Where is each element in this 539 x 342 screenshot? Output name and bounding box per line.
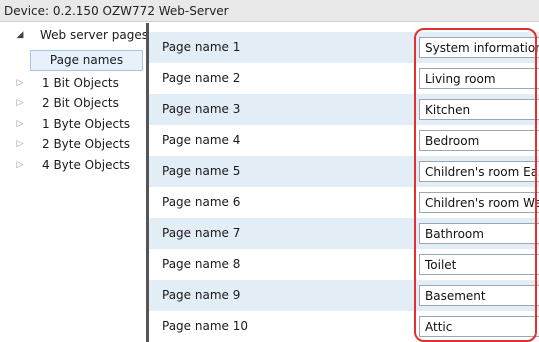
form-row: Page name 10	[149, 311, 539, 342]
tree-item-label: 2 Byte Objects	[42, 137, 131, 151]
tree-item-2-bit-objects[interactable]: ▷ 2 Bit Objects	[0, 93, 146, 113]
form-row: Page name 8	[149, 249, 539, 280]
collapsed-triangle-icon[interactable]: ▷	[15, 134, 25, 154]
sidebar-tree: ◢ Web server pages Page names ▷ 1 Bit Ob…	[0, 23, 148, 342]
form-row: Page name 1	[149, 32, 539, 63]
expanded-triangle-icon[interactable]: ◢	[15, 25, 25, 45]
page-name-label: Page name 7	[162, 226, 241, 240]
form-row: Page name 5	[149, 156, 539, 187]
form-row: Page name 9	[149, 280, 539, 311]
page-name-input[interactable]	[419, 192, 539, 213]
page-name-input[interactable]	[419, 99, 539, 120]
page-name-input[interactable]	[419, 223, 539, 244]
tree-item-label: Web server pages	[40, 28, 148, 42]
collapsed-triangle-icon[interactable]: ▷	[15, 114, 25, 134]
tree-item-1-byte-objects[interactable]: ▷ 1 Byte Objects	[0, 114, 146, 134]
page-name-input[interactable]	[419, 130, 539, 151]
form-row: Page name 7	[149, 218, 539, 249]
page-names-button[interactable]: Page names	[30, 50, 143, 71]
window-title: Device: 0.2.150 OZW772 Web-Server	[0, 0, 539, 22]
page-name-input[interactable]	[419, 161, 539, 182]
collapsed-triangle-icon[interactable]: ▷	[15, 155, 25, 175]
tree-item-label: 4 Byte Objects	[42, 158, 131, 172]
page-name-label: Page name 3	[162, 102, 241, 116]
page-names-form: Page name 1 Page name 2 Page name 3 Page…	[149, 23, 539, 342]
page-name-label: Page name 8	[162, 257, 241, 271]
page-name-label: Page name 6	[162, 195, 241, 209]
collapsed-triangle-icon[interactable]: ▷	[15, 93, 25, 113]
tree-item-label: 2 Bit Objects	[42, 96, 119, 110]
page-name-label: Page name 1	[162, 40, 241, 54]
page-name-input[interactable]	[419, 316, 539, 337]
tree-item-label: 1 Byte Objects	[42, 117, 131, 131]
page-name-label: Page name 9	[162, 288, 241, 302]
tree-item-4-byte-objects[interactable]: ▷ 4 Byte Objects	[0, 155, 146, 175]
page-name-label: Page name 4	[162, 133, 241, 147]
page-name-input[interactable]	[419, 285, 539, 306]
page-name-input[interactable]	[419, 68, 539, 89]
collapsed-triangle-icon[interactable]: ▷	[15, 73, 25, 93]
tree-item-web-server-pages[interactable]: ◢ Web server pages	[0, 25, 148, 45]
page-name-input[interactable]	[419, 37, 539, 58]
page-name-label: Page name 2	[162, 71, 241, 85]
tree-item-1-bit-objects[interactable]: ▷ 1 Bit Objects	[0, 73, 146, 93]
form-row: Page name 4	[149, 125, 539, 156]
page-name-label: Page name 5	[162, 164, 241, 178]
page-name-input[interactable]	[419, 254, 539, 275]
form-row: Page name 2	[149, 63, 539, 94]
form-row: Page name 3	[149, 94, 539, 125]
page-name-label: Page name 10	[162, 319, 248, 333]
tree-item-2-byte-objects[interactable]: ▷ 2 Byte Objects	[0, 134, 146, 154]
tree-item-label: 1 Bit Objects	[42, 76, 119, 90]
form-row: Page name 6	[149, 187, 539, 218]
